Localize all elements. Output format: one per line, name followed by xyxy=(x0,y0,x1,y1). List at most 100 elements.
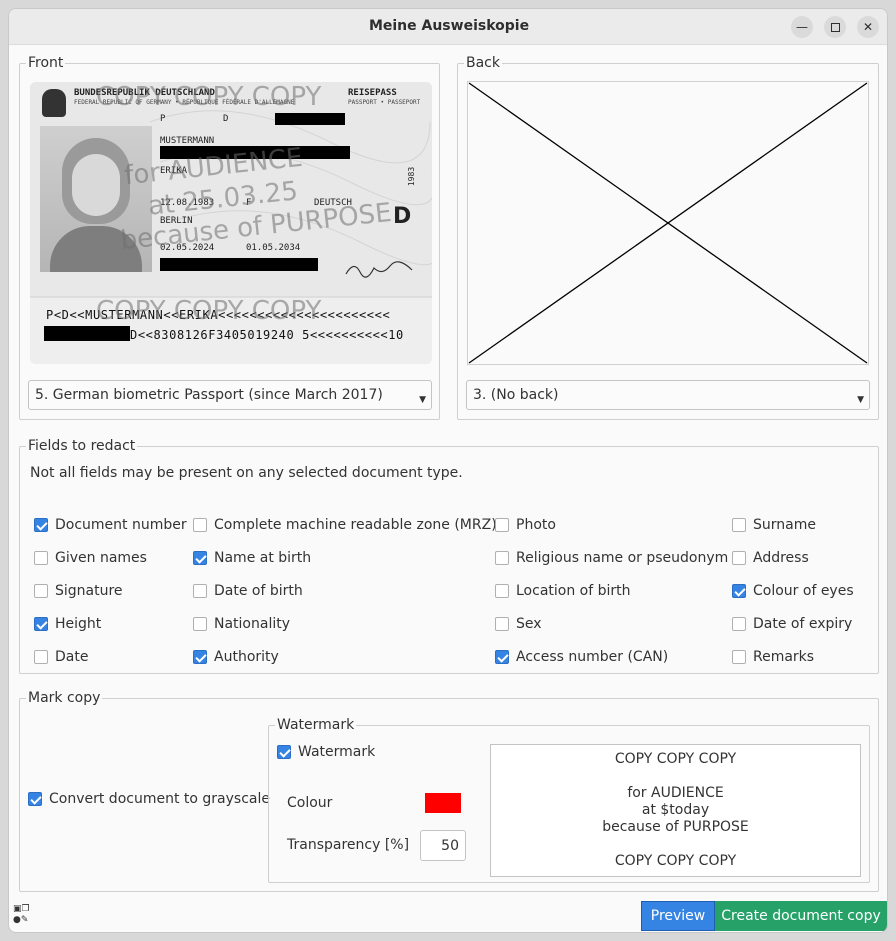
field-checkbox-sex[interactable]: Sex xyxy=(495,614,542,634)
field-checkbox-label: Date xyxy=(55,649,89,665)
passport-surname: MUSTERMANN xyxy=(160,136,215,146)
field-checkbox-box[interactable] xyxy=(193,584,207,598)
minimize-button[interactable]: — xyxy=(791,16,813,38)
field-checkbox-remarks[interactable]: Remarks xyxy=(732,647,814,667)
passport-expiry-date: 01.05.2034 xyxy=(246,243,301,253)
passport-doc-label: REISEPASS xyxy=(348,88,397,98)
field-checkbox-date[interactable]: Date xyxy=(34,647,88,667)
passport-country-letter: D xyxy=(393,204,412,229)
watermark-group-title: Watermark xyxy=(275,716,357,734)
colour-swatch-button[interactable] xyxy=(425,793,461,813)
field-checkbox-label: Document number xyxy=(55,517,187,533)
field-checkbox-religious-name-or-pseudonym[interactable]: Religious name or pseudonym xyxy=(495,548,728,568)
field-checkbox-access-number-can[interactable]: Access number (CAN) xyxy=(495,647,668,667)
field-checkbox-name-at-birth[interactable]: Name at birth xyxy=(193,548,311,568)
fields-hint: Not all fields may be present on any sel… xyxy=(30,465,463,481)
field-checkbox-box[interactable] xyxy=(193,650,207,664)
field-checkbox-label: Name at birth xyxy=(214,550,312,566)
field-checkbox-box[interactable] xyxy=(495,617,509,631)
user-lock-icon: ● xyxy=(13,915,21,925)
field-checkbox-box[interactable] xyxy=(34,650,48,664)
watermark-text-line: because of PURPOSE xyxy=(602,819,749,835)
field-checkbox-label: Colour of eyes xyxy=(753,583,854,599)
watermark-group: Watermark Watermark Colour Transparency … xyxy=(268,716,870,883)
field-checkbox-address[interactable]: Address xyxy=(732,548,809,568)
field-checkbox-authority[interactable]: Authority xyxy=(193,647,279,667)
field-checkbox-complete-machine-readable-zone-mrz[interactable]: Complete machine readable zone (MRZ) xyxy=(193,515,497,535)
field-checkbox-box[interactable] xyxy=(732,617,746,631)
field-checkbox-label: Nationality xyxy=(214,616,291,632)
back-group: Back 3. (No back) ▼ xyxy=(457,54,879,420)
field-checkbox-height[interactable]: Height xyxy=(34,614,101,634)
back-document-type-select[interactable]: 3. (No back) ▼ xyxy=(466,380,870,410)
close-button[interactable]: ✕ xyxy=(857,16,879,38)
watermark-checkbox[interactable]: Watermark xyxy=(277,742,375,762)
field-checkbox-label: Date of birth xyxy=(214,583,303,599)
passport-signature xyxy=(345,261,413,278)
passport-year-stamp: 1983 xyxy=(407,166,417,187)
front-document-type-select[interactable]: 5. German biometric Passport (since Marc… xyxy=(28,380,432,410)
app-window: Meine Ausweiskopie — ✕ Front BUNDESREPUB… xyxy=(8,8,888,933)
grayscale-checkbox[interactable]: Convert document to grayscale xyxy=(28,789,270,809)
redacted-document-number xyxy=(275,113,345,125)
field-checkbox-box[interactable] xyxy=(495,584,509,598)
redacted-mrz-number xyxy=(44,326,130,341)
transparency-label: Transparency [%] xyxy=(287,837,410,853)
field-checkbox-box[interactable] xyxy=(495,650,509,664)
field-checkbox-box[interactable] xyxy=(34,518,48,532)
field-checkbox-box[interactable] xyxy=(495,518,509,532)
minimize-icon: — xyxy=(796,20,808,34)
user-edit-icon: ✎ xyxy=(20,915,29,925)
field-checkbox-box[interactable] xyxy=(193,617,207,631)
watermark-text-line xyxy=(491,836,860,853)
watermark-text-line xyxy=(491,768,860,785)
field-checkbox-label: Religious name or pseudonym xyxy=(516,550,729,566)
passport-mrz-line2: D<<8308126F3405019240 5<<<<<<<<<<10 xyxy=(130,328,404,342)
field-checkbox-label: Complete machine readable zone (MRZ) xyxy=(214,517,497,533)
field-checkbox-box[interactable] xyxy=(34,551,48,565)
fields-to-redact-group: Fields to redact Not all fields may be p… xyxy=(19,437,879,674)
field-checkbox-document-number[interactable]: Document number xyxy=(34,515,187,535)
field-checkbox-label: Authority xyxy=(214,649,279,665)
preview-button[interactable]: Preview xyxy=(641,901,715,931)
watermark-text-area[interactable]: COPY COPY COPY for AUDIENCE at $today becau… xyxy=(490,744,861,877)
field-checkbox-box[interactable] xyxy=(732,551,746,565)
field-checkbox-label: Remarks xyxy=(753,649,815,665)
field-checkbox-box[interactable] xyxy=(34,617,48,631)
front-group-title: Front xyxy=(26,54,66,72)
field-checkbox-photo[interactable]: Photo xyxy=(495,515,556,535)
field-checkbox-label: Surname xyxy=(753,517,816,533)
back-group-title: Back xyxy=(464,54,502,72)
watermark-text-line: at $today xyxy=(641,802,710,818)
colour-label: Colour xyxy=(287,795,333,811)
field-checkbox-box[interactable] xyxy=(495,551,509,565)
field-checkbox-box[interactable] xyxy=(193,551,207,565)
create-document-copy-button[interactable]: Create document copy xyxy=(715,901,887,931)
field-checkbox-label: Access number (CAN) xyxy=(516,649,669,665)
field-checkbox-nationality[interactable]: Nationality xyxy=(193,614,290,634)
field-checkbox-label: Given names xyxy=(55,550,147,566)
status-icons: ▣❐ ●✎ xyxy=(13,904,37,928)
watermark-text-line: COPY COPY COPY xyxy=(614,751,737,767)
field-checkbox-signature[interactable]: Signature xyxy=(34,581,123,601)
lock-icon: ▣ xyxy=(13,904,22,914)
field-checkbox-location-of-birth[interactable]: Location of birth xyxy=(495,581,631,601)
grayscale-label: Convert document to grayscale xyxy=(49,791,270,807)
field-checkbox-label: Sex xyxy=(516,616,542,632)
field-checkbox-box[interactable] xyxy=(34,584,48,598)
field-checkbox-date-of-expiry[interactable]: Date of expiry xyxy=(732,614,852,634)
field-checkbox-box[interactable] xyxy=(732,518,746,532)
watermark-checkbox-box[interactable] xyxy=(277,745,291,759)
field-checkbox-label: Signature xyxy=(55,583,123,599)
field-checkbox-box[interactable] xyxy=(732,584,746,598)
maximize-button[interactable] xyxy=(824,16,846,38)
field-checkbox-date-of-birth[interactable]: Date of birth xyxy=(193,581,303,601)
redacted-authority xyxy=(160,258,318,271)
transparency-input[interactable]: 50 xyxy=(420,830,466,861)
field-checkbox-box[interactable] xyxy=(732,650,746,664)
grayscale-checkbox-box[interactable] xyxy=(28,792,42,806)
field-checkbox-colour-of-eyes[interactable]: Colour of eyes xyxy=(732,581,854,601)
field-checkbox-surname[interactable]: Surname xyxy=(732,515,816,535)
field-checkbox-box[interactable] xyxy=(193,518,207,532)
field-checkbox-given-names[interactable]: Given names xyxy=(34,548,147,568)
